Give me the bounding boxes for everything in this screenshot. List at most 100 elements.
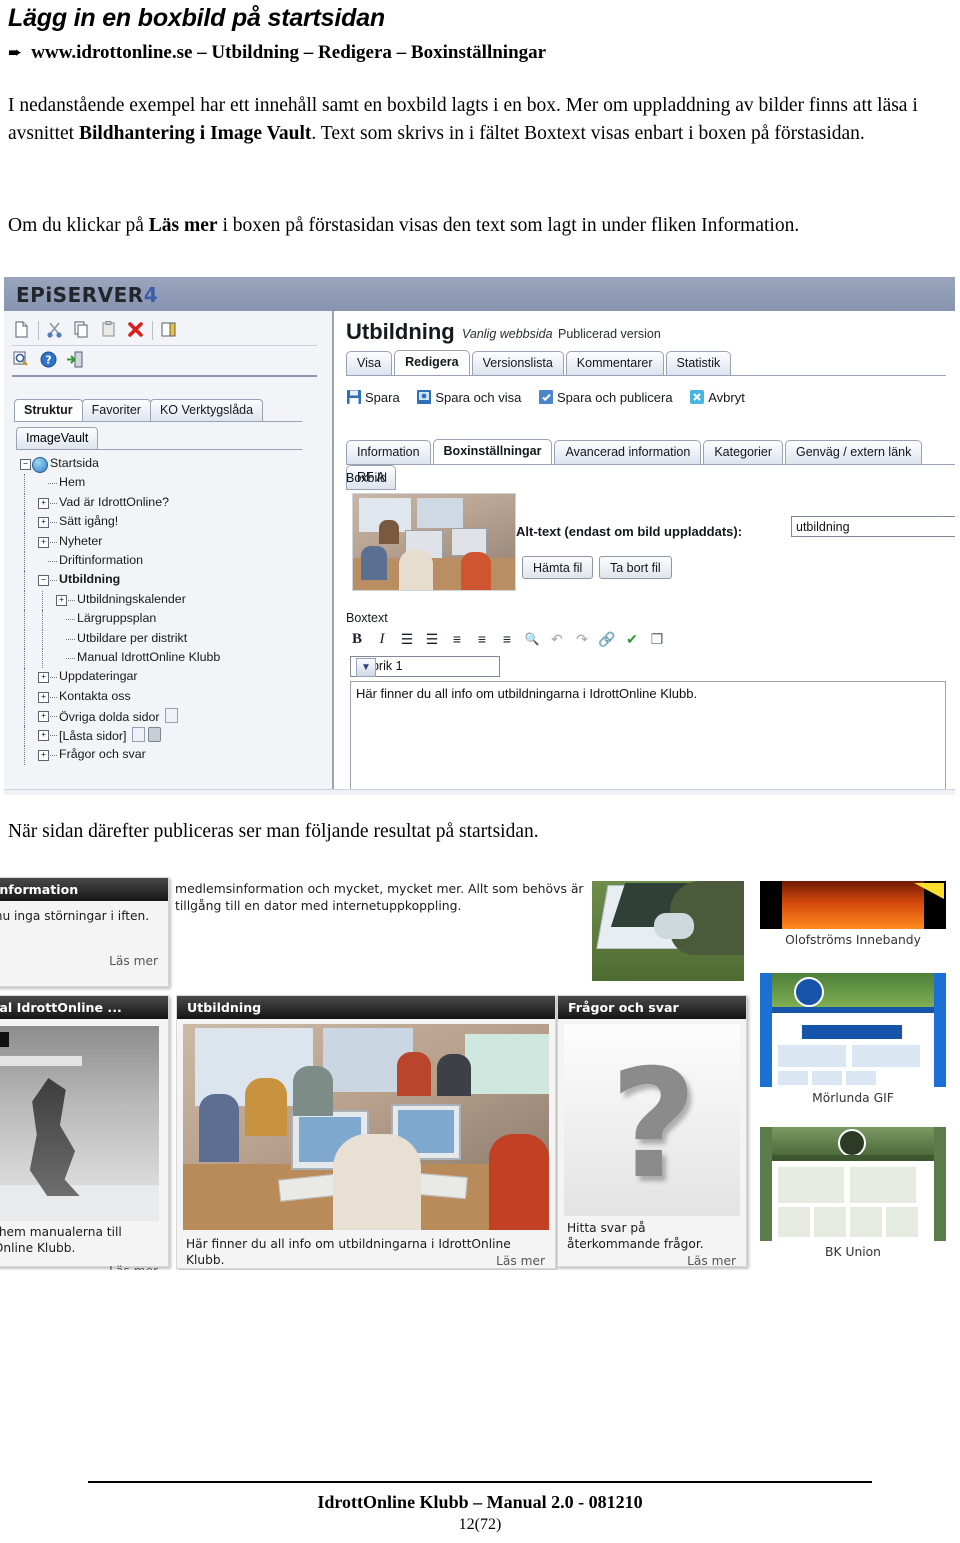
tree-item[interactable]: + [Låsta sidor] bbox=[18, 726, 328, 746]
cancel-button[interactable]: Avbryt bbox=[689, 389, 745, 405]
tab-kommentarer[interactable]: Kommentarer bbox=[565, 351, 664, 376]
delete-icon[interactable] bbox=[126, 320, 147, 341]
box-fragor-lasmer-link[interactable]: Läs mer bbox=[687, 1254, 736, 1268]
italic-icon[interactable]: I bbox=[371, 629, 393, 649]
page-icon bbox=[131, 727, 145, 743]
panel-tab-ko-verktygslada[interactable]: KO Verktygslåda bbox=[149, 399, 264, 421]
startpage-intro-text: medlemsinformation och mycket, mycket me… bbox=[175, 881, 584, 913]
spellcheck-icon[interactable]: ✔ bbox=[621, 629, 643, 649]
tree-item[interactable]: + Nyheter bbox=[18, 532, 328, 552]
tree-item[interactable]: + Övriga dolda sidor bbox=[18, 707, 328, 727]
tab-genvag-extern-lank[interactable]: Genväg / extern länk bbox=[785, 440, 923, 465]
tree-item[interactable]: + Utbildningskalender bbox=[18, 590, 328, 611]
tree-item[interactable]: + Kontakta oss bbox=[18, 687, 328, 708]
tree-item[interactable]: Lärgruppsplan bbox=[18, 610, 328, 630]
align-right-icon[interactable]: ≡ bbox=[496, 629, 518, 649]
tab-versionslista[interactable]: Versionslista bbox=[471, 351, 564, 376]
cms-page-type: Vanlig webbsida bbox=[462, 327, 553, 341]
bold-icon[interactable]: B bbox=[346, 629, 368, 649]
box-utbildning-title: Utbildning bbox=[177, 996, 555, 1019]
tree-item[interactable]: − Startsida bbox=[18, 455, 328, 474]
panel-tab-imagevault[interactable]: ImageVault bbox=[16, 427, 99, 450]
footer-divider bbox=[88, 1481, 872, 1483]
tree-item[interactable]: + Frågor och svar bbox=[18, 745, 328, 766]
find-replace-icon[interactable]: 🔍 bbox=[521, 629, 543, 649]
box-manual[interactable]: anual IdrottOnline ... dda hem manualern… bbox=[0, 995, 169, 1270]
tree-item-label: Vad är IdrottOnline? bbox=[59, 494, 169, 509]
tab-boxinstallningar[interactable]: Boxinställningar bbox=[432, 439, 553, 465]
episerver-logo-text: EPiSERVER bbox=[16, 283, 144, 307]
page-tree: − Startsida Hem + Vad är IdrottOnline? + Sätt … bbox=[18, 455, 328, 766]
tree-guide-dots bbox=[66, 638, 75, 641]
search-icon[interactable] bbox=[12, 350, 33, 371]
insert-link-icon[interactable]: 🔗 bbox=[596, 629, 618, 649]
tree-guide-line bbox=[24, 493, 26, 514]
tree-item[interactable]: Utbildare per distrikt bbox=[18, 629, 328, 649]
tree-item[interactable]: Hem bbox=[18, 474, 328, 494]
tab-visa[interactable]: Visa bbox=[346, 351, 393, 376]
page-icon bbox=[164, 708, 178, 724]
logout-icon[interactable] bbox=[66, 350, 87, 371]
box-manual-lasmer-link[interactable]: Läs mer bbox=[109, 1264, 158, 1270]
tree-guide-line bbox=[24, 687, 26, 708]
redo-icon[interactable]: ↷ bbox=[571, 629, 593, 649]
rte-style-select[interactable]: Rubrik 1 ▼ bbox=[350, 656, 500, 677]
page-properties-icon[interactable] bbox=[159, 320, 180, 341]
box-utbildning[interactable]: Utbildning Här finner du all info om utb… bbox=[176, 995, 556, 1269]
tab-statistik[interactable]: Statistik bbox=[665, 351, 732, 376]
tree-item[interactable]: Manual IdrottOnline Klubb bbox=[18, 648, 328, 669]
tree-item[interactable]: − Utbildning bbox=[18, 571, 328, 591]
cms-command-bar: Spara Spara och visa Spara och publicera… bbox=[346, 389, 758, 405]
tab-information[interactable]: Information bbox=[346, 440, 431, 465]
align-left-icon[interactable]: ≡ bbox=[446, 629, 468, 649]
club-thumb-morlunda[interactable]: Mörlunda GIF bbox=[760, 973, 946, 1113]
unordered-list-icon[interactable]: ☰ bbox=[421, 629, 443, 649]
panel-tab-favoriter[interactable]: Favoriter bbox=[81, 399, 151, 421]
copy-icon[interactable] bbox=[72, 320, 93, 341]
tree-item[interactable]: + Vad är IdrottOnline? bbox=[18, 493, 328, 514]
tree-item[interactable]: + Uppdateringar bbox=[18, 668, 328, 688]
fetch-file-button[interactable]: Hämta fil bbox=[522, 556, 594, 579]
help-icon[interactable]: ? bbox=[39, 350, 60, 371]
align-center-icon[interactable]: ≡ bbox=[471, 629, 493, 649]
remove-file-button[interactable]: Ta bort fil bbox=[599, 556, 672, 579]
chevron-down-icon[interactable]: ▼ bbox=[356, 658, 376, 677]
box-fragor-och-svar[interactable]: Frågor och svar ? Hitta svar på återkomm… bbox=[557, 995, 747, 1268]
alt-text-input[interactable] bbox=[791, 516, 955, 537]
tab-kategorier[interactable]: Kategorier bbox=[703, 440, 783, 465]
panel-tab-struktur[interactable]: Struktur bbox=[14, 399, 83, 422]
tree-guide-dots bbox=[48, 580, 57, 582]
club-thumb-morlunda-image bbox=[760, 973, 946, 1087]
save-and-view-button[interactable]: Spara och visa bbox=[416, 389, 521, 405]
save-and-publish-button[interactable]: Spara och publicera bbox=[538, 389, 673, 405]
paste-icon[interactable] bbox=[99, 320, 120, 341]
cut-icon[interactable] bbox=[45, 320, 66, 341]
tab-redigera[interactable]: Redigera bbox=[394, 350, 470, 376]
paragraph-1-bold: Bildhantering i Image Vault bbox=[78, 122, 312, 144]
lock-icon bbox=[147, 727, 161, 743]
club-thumb-olofstroms[interactable]: Olofströms Innebandy bbox=[760, 881, 946, 959]
new-page-icon[interactable] bbox=[12, 320, 33, 341]
save-and-publish-label: Spara och publicera bbox=[556, 390, 673, 405]
box-utbildning-lasmer-link[interactable]: Läs mer bbox=[496, 1254, 545, 1268]
tree-item[interactable]: Driftinformation bbox=[18, 551, 328, 572]
box-driftinformation[interactable]: riftinformation ust nu inga störningar i… bbox=[0, 877, 169, 987]
rte-editor-text: Här finner du all info om utbildningarna… bbox=[356, 686, 698, 701]
cancel-label: Avbryt bbox=[708, 390, 745, 405]
insert-table-icon[interactable]: ❐ bbox=[646, 629, 668, 649]
tree-guide-line bbox=[24, 532, 26, 552]
rte-editor-body[interactable]: Här finner du all info om utbildningarna… bbox=[350, 681, 946, 791]
cms-toolbar-row-2: ? bbox=[12, 347, 317, 377]
club-thumb-bkunion-caption: BK Union bbox=[825, 1245, 881, 1259]
box-driftinformation-lasmer-link[interactable]: Läs mer bbox=[109, 954, 158, 968]
tree-guide-dots bbox=[48, 696, 57, 699]
ordered-list-icon[interactable]: ☰ bbox=[396, 629, 418, 649]
undo-icon[interactable]: ↶ bbox=[546, 629, 568, 649]
tree-item[interactable]: + Sätt igång! bbox=[18, 513, 328, 533]
tree-guide-line bbox=[42, 590, 44, 611]
save-button[interactable]: Spara bbox=[346, 389, 400, 405]
tab-avancerad-information[interactable]: Avancerad information bbox=[554, 440, 702, 465]
paragraph-1-part-2: . Text som skrivs in i fältet Boxtext vi… bbox=[311, 122, 865, 144]
boxbild-label: Boxbild bbox=[346, 471, 387, 485]
club-thumb-bkunion[interactable]: BK Union bbox=[760, 1127, 946, 1267]
